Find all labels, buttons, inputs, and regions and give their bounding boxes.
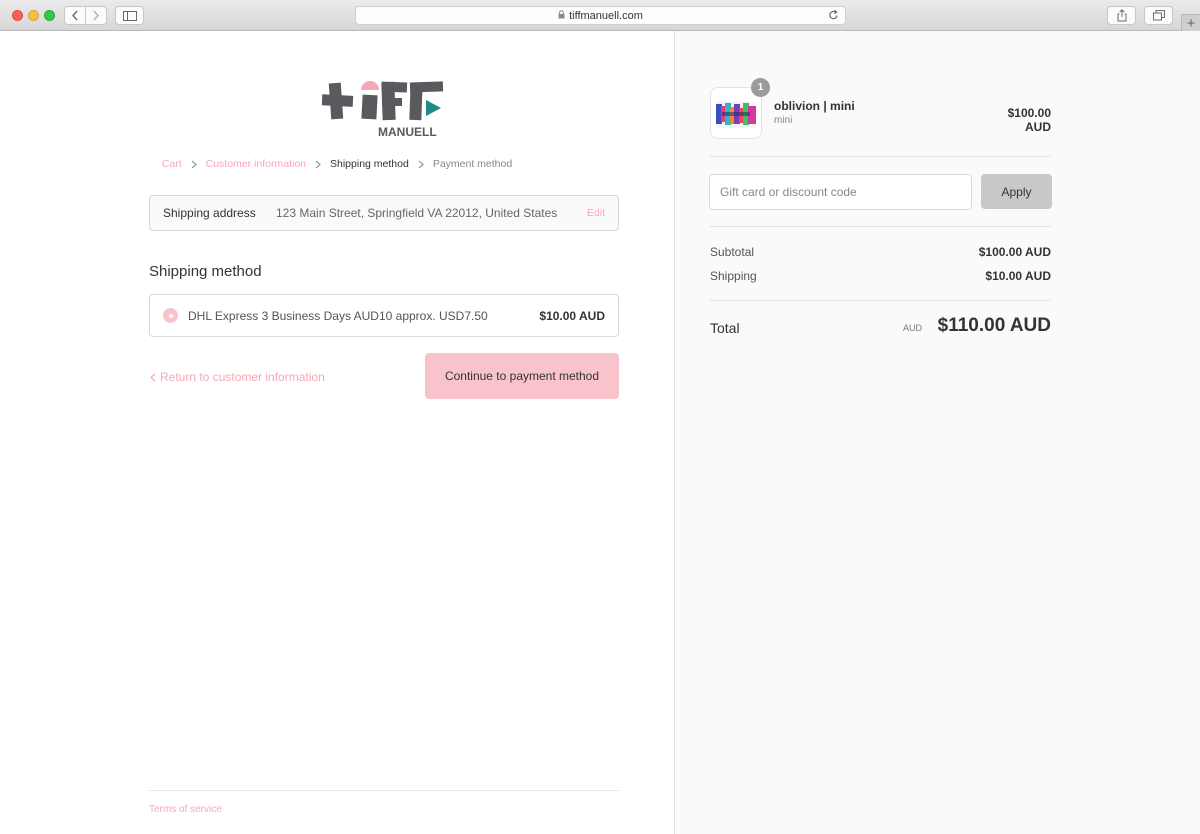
terms-of-service-link[interactable]: Terms of service [149, 804, 222, 815]
chevron-right-icon [315, 160, 321, 169]
reload-icon[interactable] [828, 9, 839, 24]
breadcrumb: Cart Customer information Shipping metho… [0, 158, 674, 170]
store-logo[interactable]: MANUELL [322, 80, 446, 138]
show-tabs-button[interactable] [1144, 6, 1173, 25]
shipping-address-summary: Shipping address 123 Main Street, Spring… [149, 195, 619, 231]
url-text: tiffmanuell.com [569, 9, 643, 22]
sidebar-icon [122, 10, 137, 21]
shipping-address-label: Shipping address [163, 206, 256, 220]
footer-divider [149, 790, 619, 791]
product-variant: mini [774, 115, 793, 126]
lock-icon [558, 9, 565, 22]
apply-discount-button[interactable]: Apply [981, 174, 1052, 209]
chevron-left-icon [72, 10, 78, 21]
divider [710, 300, 1051, 301]
order-summary: 1 oblivion | mini mini $100.00 AUD Apply… [674, 31, 1200, 834]
product-image [716, 102, 756, 128]
breadcrumb-payment-method: Payment method [432, 158, 513, 170]
shipping-option[interactable]: DHL Express 3 Business Days AUD10 approx… [149, 294, 619, 337]
chevron-right-icon [418, 160, 424, 169]
tabs-icon [1152, 10, 1165, 21]
continue-to-payment-button[interactable]: Continue to payment method [425, 353, 619, 399]
section-title: Shipping method [149, 263, 262, 280]
shipping-option-radio[interactable] [163, 308, 178, 323]
return-to-customer-information-link[interactable]: Return to customer information [150, 370, 325, 384]
minimize-window-button[interactable] [28, 10, 39, 21]
divider [710, 156, 1051, 157]
shipping-option-name: DHL Express 3 Business Days AUD10 approx… [188, 308, 488, 323]
new-tab-button[interactable]: + [1181, 14, 1200, 32]
product-price: $100.00 AUD [1007, 106, 1051, 134]
edit-address-link[interactable]: Edit [587, 207, 605, 219]
zoom-window-button[interactable] [44, 10, 55, 21]
quantity-badge: 1 [751, 78, 770, 97]
shipping-option-price: $10.00 AUD [539, 308, 605, 323]
share-icon [1117, 9, 1126, 22]
share-button[interactable] [1107, 6, 1136, 25]
sidebar-toggle-button[interactable] [115, 6, 144, 25]
browser-toolbar: tiffmanuell.com + [0, 0, 1200, 32]
subtotal-label: Subtotal [710, 245, 755, 259]
close-window-button[interactable] [12, 10, 23, 21]
shipping-address-value: 123 Main Street, Springfield VA 22012, U… [276, 206, 558, 220]
product-name: oblivion | mini [774, 99, 855, 113]
breadcrumb-customer-information[interactable]: Customer information [206, 158, 306, 170]
divider [710, 226, 1051, 227]
total-label: Total [710, 320, 740, 336]
logo-wordmark: MANUELL [378, 125, 437, 138]
back-button[interactable] [64, 6, 86, 25]
address-bar[interactable]: tiffmanuell.com [355, 6, 846, 25]
subtotal-value: $100.00 AUD [978, 245, 1051, 259]
breadcrumb-cart[interactable]: Cart [162, 158, 182, 170]
total-value: $110.00 AUD [937, 315, 1051, 336]
total-currency: AUD [903, 323, 923, 333]
shipping-label: Shipping [710, 269, 757, 283]
checkout-main: MANUELL Cart Customer information Shippi… [0, 31, 674, 834]
return-link-label: Return to customer information [160, 370, 325, 384]
chevron-left-icon [150, 373, 156, 382]
breadcrumb-shipping-method: Shipping method [330, 158, 409, 170]
chevron-right-icon [191, 160, 197, 169]
forward-button[interactable] [85, 6, 107, 25]
discount-code-input[interactable] [709, 174, 972, 210]
chevron-right-icon [93, 10, 99, 21]
shipping-value: $10.00 AUD [985, 269, 1051, 283]
